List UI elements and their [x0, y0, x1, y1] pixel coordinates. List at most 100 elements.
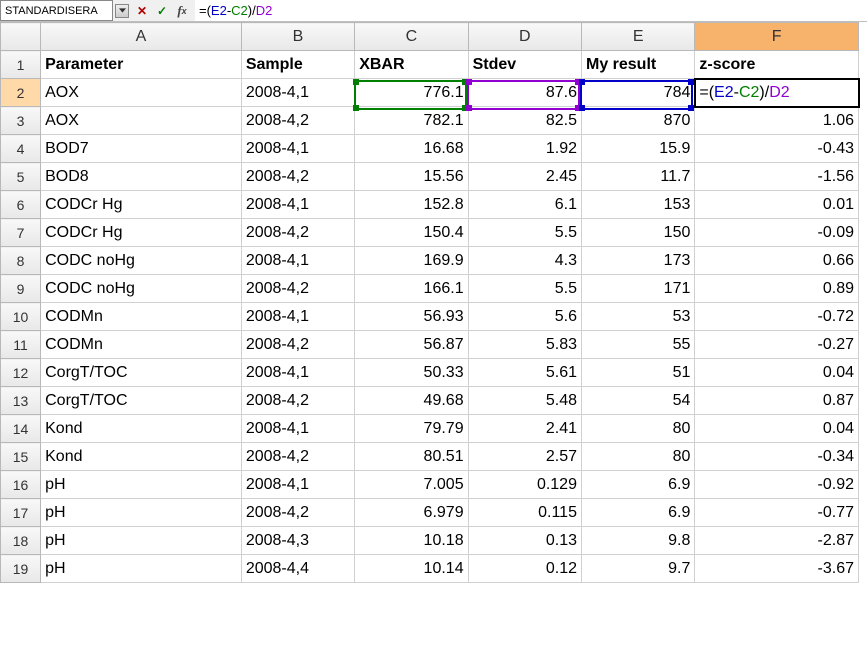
cell-F14[interactable]: 0.04: [695, 415, 859, 443]
cell-C4[interactable]: 16.68: [355, 135, 468, 163]
cell-B6[interactable]: 2008-4,1: [241, 191, 354, 219]
cell-A2[interactable]: AOX: [41, 79, 242, 107]
cell-E14[interactable]: 80: [581, 415, 694, 443]
cell-F12[interactable]: 0.04: [695, 359, 859, 387]
cell-F19[interactable]: -3.67: [695, 555, 859, 583]
cell-E4[interactable]: 15.9: [581, 135, 694, 163]
row-header-3[interactable]: 3: [1, 107, 41, 135]
cell-A15[interactable]: Kond: [41, 443, 242, 471]
cell-B1[interactable]: Sample: [241, 51, 354, 79]
cell-B14[interactable]: 2008-4,1: [241, 415, 354, 443]
cell-A12[interactable]: CorgT/TOC: [41, 359, 242, 387]
cell-C10[interactable]: 56.93: [355, 303, 468, 331]
cell-B10[interactable]: 2008-4,1: [241, 303, 354, 331]
cell-F15[interactable]: -0.34: [695, 443, 859, 471]
cell-D7[interactable]: 5.5: [468, 219, 581, 247]
cell-E6[interactable]: 153: [581, 191, 694, 219]
cell-E7[interactable]: 150: [581, 219, 694, 247]
cell-B12[interactable]: 2008-4,1: [241, 359, 354, 387]
cell-E15[interactable]: 80: [581, 443, 694, 471]
cell-A17[interactable]: pH: [41, 499, 242, 527]
row-header-7[interactable]: 7: [1, 219, 41, 247]
col-header-E[interactable]: E: [581, 23, 694, 51]
cell-B16[interactable]: 2008-4,1: [241, 471, 354, 499]
cell-E13[interactable]: 54: [581, 387, 694, 415]
cell-A9[interactable]: CODC noHg: [41, 275, 242, 303]
cell-E12[interactable]: 51: [581, 359, 694, 387]
formula-input[interactable]: =(E2-C2)/D2: [195, 0, 867, 21]
cell-F5[interactable]: -1.56: [695, 163, 859, 191]
row-header-19[interactable]: 19: [1, 555, 41, 583]
cell-E9[interactable]: 171: [581, 275, 694, 303]
cancel-icon[interactable]: ✕: [135, 4, 149, 18]
cell-F17[interactable]: -0.77: [695, 499, 859, 527]
cell-C16[interactable]: 7.005: [355, 471, 468, 499]
row-header-1[interactable]: 1: [1, 51, 41, 79]
cell-B2[interactable]: 2008-4,1: [241, 79, 354, 107]
cell-A10[interactable]: CODMn: [41, 303, 242, 331]
cell-D8[interactable]: 4.3: [468, 247, 581, 275]
row-header-13[interactable]: 13: [1, 387, 41, 415]
cell-C1[interactable]: XBAR: [355, 51, 468, 79]
cell-E16[interactable]: 6.9: [581, 471, 694, 499]
cell-F11[interactable]: -0.27: [695, 331, 859, 359]
cell-A19[interactable]: pH: [41, 555, 242, 583]
col-header-A[interactable]: A: [41, 23, 242, 51]
cell-C9[interactable]: 166.1: [355, 275, 468, 303]
row-header-8[interactable]: 8: [1, 247, 41, 275]
row-header-16[interactable]: 16: [1, 471, 41, 499]
cell-D19[interactable]: 0.12: [468, 555, 581, 583]
cell-D12[interactable]: 5.61: [468, 359, 581, 387]
cell-C5[interactable]: 15.56: [355, 163, 468, 191]
cell-F6[interactable]: 0.01: [695, 191, 859, 219]
cell-D9[interactable]: 5.5: [468, 275, 581, 303]
cell-C19[interactable]: 10.14: [355, 555, 468, 583]
cell-B5[interactable]: 2008-4,2: [241, 163, 354, 191]
cell-B13[interactable]: 2008-4,2: [241, 387, 354, 415]
cell-F3[interactable]: 1.06: [695, 107, 859, 135]
cell-B18[interactable]: 2008-4,3: [241, 527, 354, 555]
cell-F2[interactable]: =(E2-C2)/D2: [695, 79, 859, 107]
cell-D6[interactable]: 6.1: [468, 191, 581, 219]
cell-A8[interactable]: CODC noHg: [41, 247, 242, 275]
cell-B7[interactable]: 2008-4,2: [241, 219, 354, 247]
cell-C8[interactable]: 169.9: [355, 247, 468, 275]
cell-C14[interactable]: 79.79: [355, 415, 468, 443]
cell-D14[interactable]: 2.41: [468, 415, 581, 443]
cell-B19[interactable]: 2008-4,4: [241, 555, 354, 583]
cell-C6[interactable]: 152.8: [355, 191, 468, 219]
cell-A1[interactable]: Parameter: [41, 51, 242, 79]
cell-A14[interactable]: Kond: [41, 415, 242, 443]
row-header-14[interactable]: 14: [1, 415, 41, 443]
cell-F1[interactable]: z-score: [695, 51, 859, 79]
cell-D13[interactable]: 5.48: [468, 387, 581, 415]
accept-icon[interactable]: ✓: [155, 4, 169, 18]
cell-E10[interactable]: 53: [581, 303, 694, 331]
cell-A6[interactable]: CODCr Hg: [41, 191, 242, 219]
cell-C12[interactable]: 50.33: [355, 359, 468, 387]
name-box-dropdown[interactable]: [115, 4, 129, 18]
cell-A3[interactable]: AOX: [41, 107, 242, 135]
cell-D2[interactable]: 87.6: [468, 79, 581, 107]
row-header-2[interactable]: 2: [1, 79, 41, 107]
cell-D18[interactable]: 0.13: [468, 527, 581, 555]
cell-C13[interactable]: 49.68: [355, 387, 468, 415]
cell-D17[interactable]: 0.115: [468, 499, 581, 527]
cell-E11[interactable]: 55: [581, 331, 694, 359]
row-header-10[interactable]: 10: [1, 303, 41, 331]
cell-B4[interactable]: 2008-4,1: [241, 135, 354, 163]
cell-E18[interactable]: 9.8: [581, 527, 694, 555]
row-header-4[interactable]: 4: [1, 135, 41, 163]
cell-A11[interactable]: CODMn: [41, 331, 242, 359]
name-box[interactable]: STANDARDISERA: [0, 0, 113, 21]
col-header-F[interactable]: F: [695, 23, 859, 51]
cell-F18[interactable]: -2.87: [695, 527, 859, 555]
cell-B8[interactable]: 2008-4,1: [241, 247, 354, 275]
cell-F8[interactable]: 0.66: [695, 247, 859, 275]
col-header-C[interactable]: C: [355, 23, 468, 51]
cell-E8[interactable]: 173: [581, 247, 694, 275]
select-all-corner[interactable]: [1, 23, 41, 51]
cell-E3[interactable]: 870: [581, 107, 694, 135]
cell-A7[interactable]: CODCr Hg: [41, 219, 242, 247]
cell-E5[interactable]: 11.7: [581, 163, 694, 191]
